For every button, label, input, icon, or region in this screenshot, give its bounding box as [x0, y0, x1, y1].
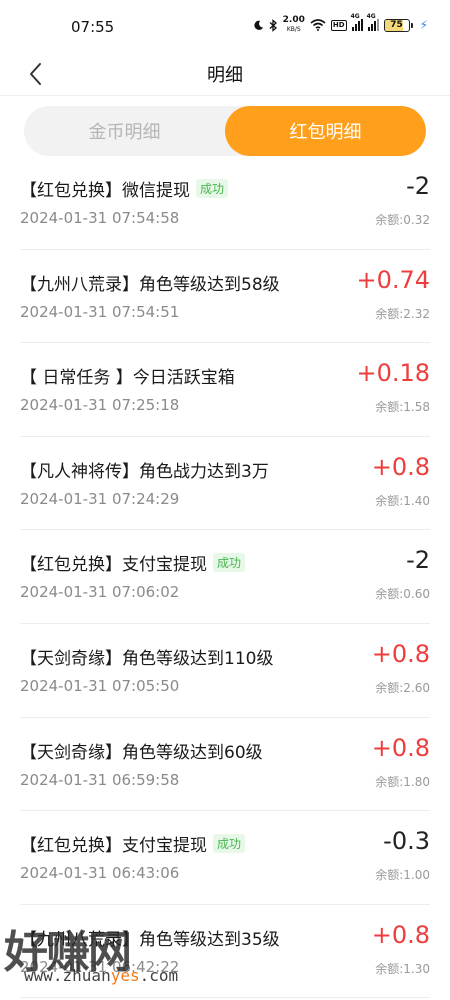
record-title-text: 【红包兑换】支付宝提现 — [20, 836, 207, 857]
record-balance: 余额:1.80 — [375, 774, 430, 789]
tab-redpacket-details[interactable]: 红包明细 — [225, 106, 426, 156]
segmented-tabs: 金币明细 红包明细 — [24, 106, 426, 156]
status-badge: 成功 — [213, 834, 246, 854]
charging-icon: ⚡ — [419, 18, 428, 32]
record-time: 2024-01-31 06:43:06 — [20, 864, 180, 883]
status-time: 07:55 — [71, 18, 115, 36]
record-time: 2024-01-31 07:54:51 — [20, 302, 180, 321]
status-badge: 成功 — [213, 553, 246, 573]
record-balance: 余额:1.40 — [375, 493, 430, 508]
record-amount: -2 — [406, 546, 430, 575]
record-title: 【红包兑换】微信提现 成功 — [20, 176, 229, 201]
record-amount: +0.8 — [371, 639, 430, 668]
record-title-text: 【九州八荒录】角色等级达到35级 — [20, 929, 280, 950]
record-amount: +0.8 — [371, 920, 430, 949]
record-title: 【九州八荒录】角色等级达到35级 — [20, 925, 280, 950]
list-item[interactable]: 【九州八荒录】角色等级达到35级 2024-01-31 06:42:22 +0.… — [20, 905, 430, 999]
list-item[interactable]: 【凡人神将传】角色战力达到3万 2024-01-31 07:24:29 +0.8… — [20, 437, 430, 531]
record-title-text: 【九州八荒录】角色等级达到58级 — [20, 274, 280, 295]
record-title-text: 【红包兑换】微信提现 — [20, 181, 190, 201]
wifi-icon — [310, 19, 326, 31]
net-speed-value: 2.00 — [282, 15, 305, 25]
record-title-text: 【红包兑换】支付宝提现 — [20, 555, 207, 576]
record-balance: 余额:0.32 — [375, 213, 430, 227]
list-item[interactable]: 【红包兑换】支付宝提现 成功 2024-01-31 07:06:02 -2 余额:… — [20, 530, 430, 624]
record-amount: -2 — [406, 172, 430, 200]
record-amount: +0.8 — [371, 733, 430, 762]
records-list: 【红包兑换】微信提现 成功 2024-01-31 07:54:58 -2 余额:0… — [0, 156, 450, 999]
record-balance: 余额:1.58 — [375, 400, 430, 415]
record-time: 2024-01-31 06:59:58 — [20, 770, 180, 789]
record-balance: 余额:1.30 — [375, 961, 430, 976]
record-time: 2024-01-31 07:25:18 — [20, 396, 180, 415]
list-item[interactable]: 【天剑奇缘】角色等级达到60级 2024-01-31 06:59:58 +0.8… — [20, 718, 430, 812]
record-title: 【天剑奇缘】角色等级达到110级 — [20, 644, 273, 669]
net-speed-unit: KB/S — [286, 26, 301, 33]
list-item[interactable]: 【红包兑换】微信提现 成功 2024-01-31 07:54:58 -2 余额:0… — [20, 156, 430, 250]
status-icons: 2.00 KB/S HD 4G 4G 75 ⚡ — [253, 13, 428, 34]
record-balance: 余额:1.00 — [375, 868, 430, 883]
record-title-text: 【天剑奇缘】角色等级达到110级 — [20, 648, 274, 669]
battery-level: 75 — [390, 19, 403, 30]
record-title-text: 【天剑奇缘】角色等级达到60级 — [20, 742, 263, 763]
tab-coin-details[interactable]: 金币明细 — [24, 106, 225, 156]
record-balance: 余额:2.32 — [375, 306, 430, 321]
record-time: 2024-01-31 07:05:50 — [20, 676, 180, 695]
record-title-text: 【 日常任务 】今日活跃宝箱 — [20, 368, 235, 389]
record-title: 【九州八荒录】角色等级达到58级 — [20, 270, 280, 295]
list-item[interactable]: 【 日常任务 】今日活跃宝箱 2024-01-31 07:25:18 +0.18… — [20, 343, 430, 437]
record-amount: +0.74 — [356, 265, 430, 294]
record-title: 【 日常任务 】今日活跃宝箱 — [20, 363, 235, 388]
status-badge: 成功 — [196, 179, 229, 198]
battery-icon: 75 — [383, 18, 413, 32]
list-item[interactable]: 【九州八荒录】角色等级达到58级 2024-01-31 07:54:51 +0.… — [20, 250, 430, 344]
bluetooth-icon — [269, 18, 277, 32]
status-bar: 07:55 2.00 KB/S HD 4G 4G 75 ⚡ — [0, 0, 450, 56]
record-time: 2024-01-31 07:06:02 — [20, 583, 180, 602]
record-title-text: 【凡人神将传】角色战力达到3万 — [20, 461, 269, 482]
record-title: 【凡人神将传】角色战力达到3万 — [20, 457, 269, 482]
record-balance: 余额:0.60 — [375, 587, 430, 602]
page-title: 明细 — [207, 65, 243, 86]
signal-label: 4G — [350, 13, 360, 20]
record-title: 【红包兑换】支付宝提现 成功 — [20, 550, 246, 576]
record-amount: -0.3 — [383, 827, 430, 856]
hd-icon: HD — [330, 19, 347, 31]
list-item[interactable]: 【红包兑换】支付宝提现 成功 2024-01-31 06:43:06 -0.3 余… — [20, 811, 430, 905]
record-time: 2024-01-31 06:42:22 — [20, 957, 180, 976]
signal-icon-2: 4G — [367, 13, 379, 31]
record-amount: +0.18 — [356, 359, 430, 388]
record-title: 【红包兑换】支付宝提现 成功 — [20, 831, 246, 857]
record-time: 2024-01-31 07:54:58 — [20, 209, 180, 227]
record-title: 【天剑奇缘】角色等级达到60级 — [20, 738, 263, 763]
signal-icon: 4G — [351, 13, 363, 31]
signal-label-2: 4G — [366, 13, 376, 20]
record-time: 2024-01-31 07:24:29 — [20, 489, 180, 508]
net-speed: 2.00 KB/S — [283, 16, 305, 34]
record-balance: 余额:2.60 — [375, 680, 430, 695]
moon-icon — [254, 20, 263, 30]
record-amount: +0.8 — [371, 452, 430, 481]
list-item[interactable]: 【天剑奇缘】角色等级达到110级 2024-01-31 07:05:50 +0.… — [20, 624, 430, 718]
nav-bar: 明细 — [0, 52, 450, 96]
